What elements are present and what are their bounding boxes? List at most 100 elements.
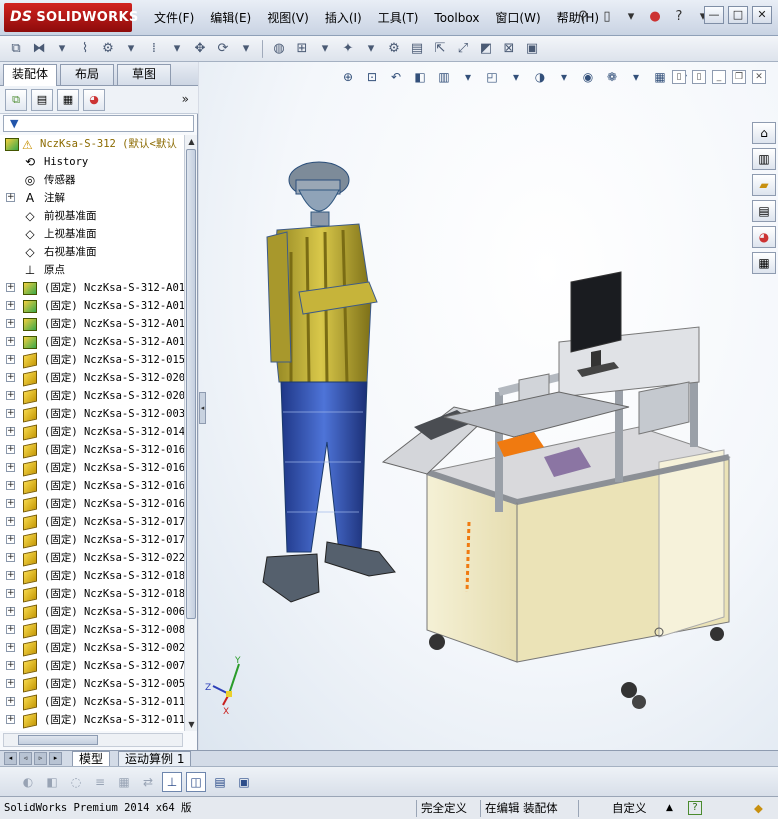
bill-of-materials-icon[interactable]: ▤: [407, 39, 427, 59]
insert-component-icon[interactable]: ⧉: [6, 39, 26, 59]
swap-icon[interactable]: ⇄: [138, 772, 158, 792]
file-explorer-icon[interactable]: ▰: [752, 174, 776, 196]
panel-expand-chevron-icon[interactable]: »: [182, 92, 189, 106]
dropdown-arrow-icon[interactable]: ▾: [167, 39, 187, 59]
tree-component-row[interactable]: + (固定) NczKsa-S-312-003: [0, 405, 184, 423]
expand-toggle-icon[interactable]: +: [6, 499, 15, 508]
minimize-button[interactable]: —: [704, 6, 724, 24]
grid-icon[interactable]: ▦: [114, 772, 134, 792]
expand-toggle-icon[interactable]: +: [6, 463, 15, 472]
expand-toggle-icon[interactable]: +: [6, 589, 15, 598]
menu-item[interactable]: 工具(T): [370, 6, 427, 30]
table-icon[interactable]: ▤: [210, 772, 230, 792]
rotate-component-icon[interactable]: ⟳: [213, 39, 233, 59]
move-component-icon[interactable]: ✥: [190, 39, 210, 59]
interference-icon[interactable]: ⊠: [499, 39, 519, 59]
expand-toggle-icon[interactable]: +: [6, 391, 15, 400]
appearances-icon[interactable]: ◕: [752, 226, 776, 248]
tree-component-row[interactable]: + (固定) NczKsa-S-312-A01: [0, 315, 184, 333]
tree-component-row[interactable]: + (固定) NczKsa-S-312-016: [0, 495, 184, 513]
section-view-icon[interactable]: ◧: [411, 68, 429, 86]
tree-item[interactable]: ◎ 传感器: [0, 171, 184, 189]
tab-sketch[interactable]: 草图: [117, 64, 171, 85]
tree-component-row[interactable]: + (固定) NczKsa-S-312-016: [0, 441, 184, 459]
tree-component-row[interactable]: + (固定) NczKsa-S-312-A01: [0, 279, 184, 297]
scroll-up-icon[interactable]: ▲: [185, 135, 198, 148]
assembly-features-icon[interactable]: ⊞: [292, 39, 312, 59]
tree-component-row[interactable]: + (固定) NczKsa-S-312-007: [0, 657, 184, 675]
tab-model[interactable]: 模型: [72, 751, 111, 767]
design-library-icon[interactable]: ▥: [752, 148, 776, 170]
tab-layout[interactable]: 布局: [60, 64, 114, 85]
feature-manager-icon[interactable]: ⧉: [5, 88, 27, 111]
expand-toggle-icon[interactable]: +: [6, 319, 15, 328]
cube-view-icon[interactable]: ◫: [186, 771, 206, 792]
assembly-visualization-icon[interactable]: ▣: [522, 39, 542, 59]
expand-toggle-icon[interactable]: +: [6, 679, 15, 688]
tree-component-row[interactable]: + (固定) NczKsa-S-312-A01: [0, 297, 184, 315]
solidworks-logo[interactable]: DS SOLIDWORKS: [4, 3, 138, 32]
close-button[interactable]: ✕: [752, 6, 772, 24]
expand-toggle-icon[interactable]: +: [6, 409, 15, 418]
scroll-thumb[interactable]: [186, 149, 196, 619]
save-icon[interactable]: ▣: [234, 772, 254, 792]
tree-component-row[interactable]: + (固定) NczKsa-S-312-008: [0, 621, 184, 639]
instant3d-icon[interactable]: ◩: [476, 39, 496, 59]
graphics-area[interactable]: Y Z X ⊕ ⊡ ↶ ◧ ▥ ▾ ◰ ▾ ◑ ▾ ◉ ❁ ▾ ▦ ▾ ▯ ▯ …: [199, 62, 778, 750]
list-icon[interactable]: ≡: [90, 772, 110, 792]
previous-view-icon[interactable]: ↶: [387, 68, 405, 86]
tree-vertical-scrollbar[interactable]: ▲ ▼: [184, 135, 197, 731]
display-style-icon[interactable]: ◑: [531, 68, 549, 86]
view-orientation-icon[interactable]: ◰: [483, 68, 501, 86]
machine-model[interactable]: [381, 271, 731, 709]
tree-item[interactable]: ◇ 右视基准面: [0, 243, 184, 261]
menu-item[interactable]: 文件(F): [146, 6, 202, 30]
feature-icon[interactable]: ◧: [42, 772, 62, 792]
expand-toggle-icon[interactable]: +: [6, 643, 15, 652]
new-document-icon[interactable]: ▯: [598, 6, 616, 26]
menu-item[interactable]: Toolbox: [426, 6, 487, 30]
expand-toggle-icon[interactable]: +: [6, 607, 15, 616]
tree-item[interactable]: ◇ 前视基准面: [0, 207, 184, 225]
reference-geometry-icon[interactable]: ✦: [338, 39, 358, 59]
apply-scene-icon[interactable]: ▦: [651, 68, 669, 86]
maximize-button[interactable]: □: [728, 6, 748, 24]
tree-item[interactable]: ⟲ History: [0, 153, 184, 171]
smart-dimension-icon[interactable]: ◌: [66, 772, 86, 792]
home-icon[interactable]: ⌂: [752, 122, 776, 144]
tree-component-row[interactable]: + (固定) NczKsa-S-312-011: [0, 711, 184, 729]
expand-toggle-icon[interactable]: +: [6, 355, 15, 364]
configuration-manager-icon[interactable]: ▦: [57, 88, 79, 111]
expand-toggle-icon[interactable]: +: [6, 715, 15, 724]
dropdown-arrow-icon[interactable]: ▾: [236, 39, 256, 59]
smart-fastener-icon[interactable]: ⚙: [98, 39, 118, 59]
expand-toggle-icon[interactable]: +: [6, 517, 15, 526]
expand-toggle-icon[interactable]: +: [6, 481, 15, 490]
display-manager-icon[interactable]: ◕: [83, 88, 105, 111]
menu-item[interactable]: 窗口(W): [487, 6, 548, 30]
tree-component-row[interactable]: + (固定) NczKsa-S-312-005: [0, 675, 184, 693]
scroll-thumb[interactable]: [18, 735, 98, 745]
exploded-view-icon[interactable]: ⇱: [430, 39, 450, 59]
viewport-restore-icon[interactable]: ❐: [732, 70, 746, 84]
expand-toggle-icon[interactable]: +: [6, 427, 15, 436]
tree-component-row[interactable]: + (固定) NczKsa-S-312-006: [0, 603, 184, 621]
tree-component-row[interactable]: + (固定) NczKsa-S-312-018: [0, 585, 184, 603]
units-selector[interactable]: 自定义: [612, 800, 647, 817]
next-tab-icon[interactable]: ▹: [34, 752, 47, 765]
tree-component-row[interactable]: + (固定) NczKsa-S-312-017: [0, 531, 184, 549]
expand-toggle-icon[interactable]: +: [6, 373, 15, 382]
units-dropdown-icon[interactable]: ▲: [666, 800, 673, 817]
dropdown-arrow-icon[interactable]: ▾: [459, 68, 477, 86]
zoom-to-fit-icon[interactable]: ⊕: [339, 68, 357, 86]
expand-toggle-icon[interactable]: +: [6, 553, 15, 562]
tree-component-row[interactable]: + (固定) NczKsa-S-312-018: [0, 567, 184, 585]
dropdown-arrow-icon[interactable]: ▾: [121, 39, 141, 59]
expand-toggle-icon[interactable]: +: [6, 571, 15, 580]
viewport-minimize-icon[interactable]: _: [712, 70, 726, 84]
expand-toggle-icon[interactable]: +: [6, 301, 15, 310]
dropdown-arrow-icon[interactable]: ▾: [622, 6, 640, 26]
menu-item[interactable]: 插入(I): [317, 6, 370, 30]
tree-component-row[interactable]: + (固定) NczKsa-S-312-020: [0, 369, 184, 387]
last-tab-icon[interactable]: ▸: [49, 752, 62, 765]
